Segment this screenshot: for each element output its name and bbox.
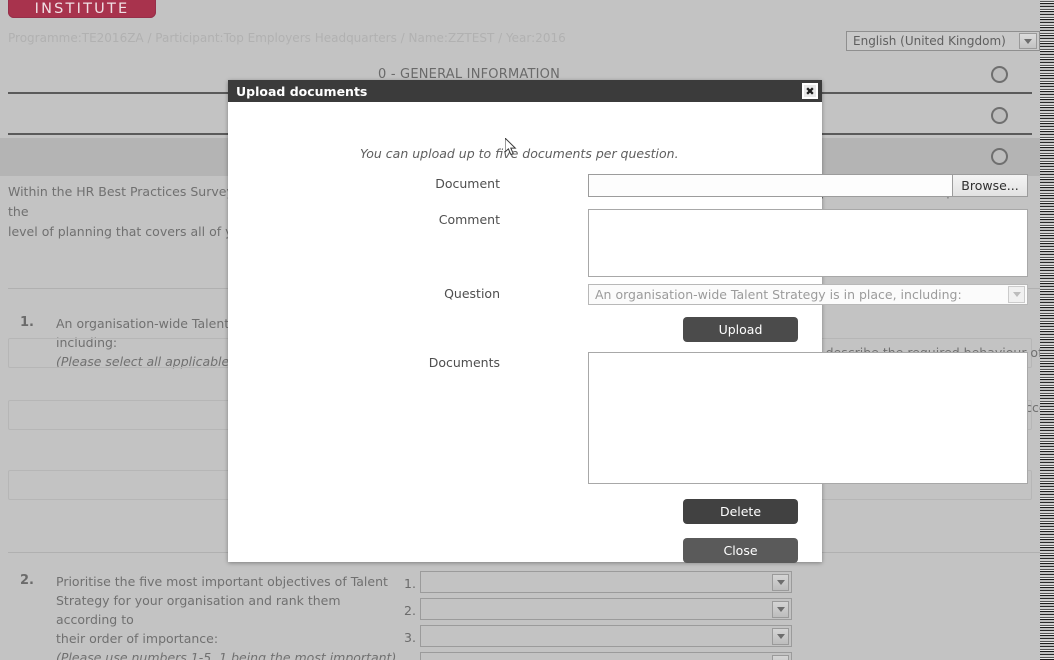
browse-button[interactable]: Browse... (952, 175, 1027, 196)
circle-status-icon[interactable] (991, 107, 1008, 124)
rank-select-4[interactable] (420, 652, 792, 660)
comment-field-label: Comment (438, 212, 500, 227)
chevron-down-icon[interactable] (1008, 286, 1025, 303)
language-select[interactable]: English (United Kingdom) (846, 31, 1040, 51)
chevron-down-icon[interactable] (772, 600, 789, 618)
chevron-down-icon[interactable] (772, 627, 789, 645)
rank-select-3[interactable] (420, 625, 792, 647)
circle-status-icon[interactable] (991, 148, 1008, 165)
vertical-scrollbar[interactable] (1040, 0, 1054, 660)
breadcrumb: Programme:TE2016ZA / Participant:Top Emp… (8, 31, 566, 45)
chevron-down-icon[interactable] (1019, 33, 1037, 49)
document-input[interactable] (589, 175, 952, 196)
documents-field-label: Documents (428, 355, 500, 370)
circle-status-icon[interactable] (991, 66, 1008, 83)
document-file-picker[interactable]: Browse... (588, 174, 1028, 197)
delete-button[interactable]: Delete (683, 499, 798, 524)
upload-hint: You can upload up to five documents per … (360, 146, 679, 161)
question-2-text: Prioritise the five most important objec… (56, 572, 401, 660)
dialog-titlebar[interactable]: Upload documents ✖ (228, 80, 822, 102)
institute-logo: INSTITUTE (8, 0, 156, 18)
rank-index-1: 1. (404, 576, 416, 591)
question-2-line1: Prioritise the five most important objec… (56, 574, 388, 589)
question-2-number: 2. (20, 573, 34, 588)
documents-list[interactable] (588, 352, 1028, 484)
question-2-note: (Please use numbers 1-5, 1 being the mos… (56, 650, 397, 660)
rank-select-2[interactable] (420, 598, 792, 620)
rank-index-3: 3. (404, 630, 416, 645)
rank-index-2: 2. (404, 603, 416, 618)
close-icon[interactable]: ✖ (802, 83, 818, 99)
question-1-number: 1. (20, 315, 34, 330)
dialog-title: Upload documents (236, 83, 368, 99)
document-field-label: Document (435, 176, 500, 191)
comment-textarea[interactable] (588, 209, 1028, 277)
language-select-value: English (United Kingdom) (853, 34, 1006, 48)
upload-button[interactable]: Upload (683, 317, 798, 342)
question-select-value: An organisation-wide Talent Strategy is … (595, 287, 962, 302)
close-button[interactable]: Close (683, 538, 798, 563)
chevron-down-icon[interactable] (772, 654, 789, 660)
question-2-line2: Strategy for your organisation and rank … (56, 593, 341, 627)
dialog-body: You can upload up to five documents per … (228, 102, 1028, 563)
question-select[interactable]: An organisation-wide Talent Strategy is … (588, 284, 1028, 305)
rank-select-1[interactable] (420, 571, 792, 593)
chevron-down-icon[interactable] (772, 573, 789, 591)
institute-logo-label: INSTITUTE (34, 1, 130, 17)
upload-documents-dialog: Upload documents ✖ You can upload up to … (228, 80, 1028, 563)
question-field-label: Question (444, 286, 500, 301)
question-2-line3: their order of importance: (56, 631, 219, 646)
